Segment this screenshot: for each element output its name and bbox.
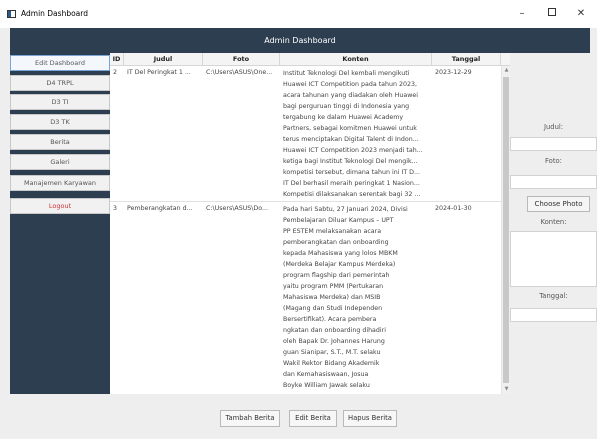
edit-form-panel: Judul: Foto: Choose Photo Konten: Tangga… [510, 53, 597, 394]
konten-field[interactable] [510, 231, 597, 287]
cell-konten: Pada hari Sabtu, 27 Januari 2024, Divisi… [283, 204, 432, 391]
konten-line: kepada Mahasiswa yang lolos MBKM [283, 250, 398, 257]
cell-foto: C:\Users\ASUS\One... [206, 69, 273, 76]
cell-id: 2 [113, 69, 118, 76]
konten-line: Boyke William Jawak selaku [283, 382, 370, 389]
column-header-judul[interactable]: Judul [124, 53, 203, 66]
konten-line: kompetisi tersebut, dimana tahun ini IT … [283, 169, 421, 176]
column-header-foto[interactable]: Foto [203, 53, 280, 66]
column-header-konten[interactable]: Konten [280, 53, 432, 66]
sidebar-item-galeri[interactable]: Galeri [10, 154, 110, 170]
konten-line: Bersertifikat). Acara pembera [283, 316, 377, 323]
cell-tanggal: 2024-01-30 [435, 205, 472, 212]
konten-line: Huawei ICT Competition pada tahun 2023, [283, 81, 418, 88]
konten-line: Partners, sebagai komitmen Huawei untuk [283, 125, 417, 132]
close-icon[interactable]: ✕ [568, 5, 594, 23]
window-title: Admin Dashboard [21, 9, 88, 18]
konten-line: dan Kemahasiswaan, Josua [283, 371, 369, 378]
sidebar-item-berita[interactable]: Berita [10, 134, 110, 150]
konten-line: yaitu program PMM (Pertukaran [283, 283, 384, 290]
konten-line: ngkatan dan onboarding dihadiri [283, 327, 386, 334]
konten-line: acara tahunan yang diadakan oleh Huawei [283, 92, 419, 99]
scrollbar-thumb[interactable] [503, 77, 509, 383]
news-table: ID Judul Foto Konten Tanggal 2 IT Del Pe… [110, 53, 510, 394]
row-divider [110, 201, 501, 202]
konten-line: pemberangkatan dan onboarding [283, 239, 389, 246]
foto-label: Foto: [545, 157, 562, 165]
window-titlebar: Admin Dashboard – ✕ [0, 0, 597, 28]
cell-judul: IT Del Peringkat 1 ... [127, 69, 191, 76]
minimize-icon[interactable]: – [509, 5, 535, 23]
konten-line: tergabung ke dalam Huawei Academy [283, 114, 404, 121]
table-scrollbar[interactable]: ▲ ▼ [501, 66, 510, 394]
tanggal-label: Tanggal: [539, 292, 568, 300]
konten-line: bagi perguruan tinggi di Indonesia yang [283, 103, 410, 110]
sidebar-item-d4-trpl[interactable]: D4 TRPL [10, 75, 110, 91]
column-header-id[interactable]: ID [110, 53, 124, 66]
sidebar-item-d3-ti[interactable]: D3 TI [10, 94, 110, 110]
tambah-berita-button[interactable]: Tambah Berita [220, 410, 280, 427]
page-title: Admin Dashboard [264, 36, 336, 45]
page-header: Admin Dashboard [10, 28, 590, 53]
hapus-berita-button[interactable]: Hapus Berita [343, 410, 397, 427]
konten-line: terus menciptakan Digital Talent di Indo… [283, 136, 419, 143]
cell-judul: Pemberangkatan d... [127, 205, 193, 212]
table-row[interactable]: 2 IT Del Peringkat 1 ... C:\Users\ASUS\O… [110, 67, 501, 201]
konten-line: IT Del berhasil meraih peringkat 1 Nasio… [283, 180, 420, 187]
konten-line: (Magang dan Studi Independen [283, 305, 383, 312]
konten-line: Mahasiswa Merdeka) dan MSIB [283, 294, 381, 301]
cell-id: 3 [113, 205, 118, 212]
judul-label: Judul: [543, 123, 564, 131]
konten-line: ketiga bagi Institut Teknologi Del mengi… [283, 158, 418, 165]
konten-line: oleh Bapak Dr. Johannes Harung [283, 338, 385, 345]
konten-line: program flagship dari pemerintah [283, 272, 390, 279]
konten-line: (Merdeka Belajar Kampus Merdeka) [283, 261, 396, 268]
maximize-icon[interactable] [539, 5, 565, 23]
konten-line: Institut Teknologi Del kembali mengikuti [283, 70, 410, 77]
konten-label: Konten: [540, 218, 567, 226]
konten-line: Huawei ICT Competition 2023 menjadi tah.… [283, 147, 423, 154]
tanggal-field[interactable] [510, 308, 597, 322]
cell-konten: Institut Teknologi Del kembali mengikuti… [283, 68, 432, 200]
konten-line: Wakil Rektor Bidang Akademik [283, 360, 380, 367]
choose-photo-button[interactable]: Choose Photo [527, 196, 590, 212]
cell-tanggal: 2023-12-29 [435, 69, 472, 76]
konten-line: guan Sianipar, S.T., M.T. selaku [283, 349, 381, 356]
table-row[interactable]: 3 Pemberangkatan d... C:\Users\ASUS\Do..… [110, 203, 501, 393]
sidebar-item-edit-dashboard[interactable]: Edit Dashboard [10, 55, 110, 71]
konten-line: Pembelajaran Diluar Kampus – UPT [283, 217, 394, 224]
cell-foto: C:\Users\ASUS\Do... [206, 205, 269, 212]
table-header: ID Judul Foto Konten Tanggal [110, 53, 510, 66]
judul-field[interactable] [510, 137, 597, 151]
konten-line: Pada hari Sabtu, 27 Januari 2024, Divisi [283, 206, 408, 213]
edit-berita-button[interactable]: Edit Berita [289, 410, 337, 427]
logout-button[interactable]: Logout [10, 198, 110, 214]
app-icon [7, 10, 16, 18]
sidebar-item-manajemen-karyawan[interactable]: Manajemen Karyawan [10, 175, 110, 191]
foto-field[interactable] [510, 175, 597, 189]
sidebar-item-d3-tk[interactable]: D3 TK [10, 114, 110, 130]
sidebar: Edit Dashboard D4 TRPL D3 TI D3 TK Berit… [10, 53, 110, 394]
column-header-tanggal[interactable]: Tanggal [432, 53, 501, 66]
konten-line: PP ESTEM melaksanakan acara [283, 228, 382, 235]
konten-line: Kompetisi dilaksanakan serentak bagi 32 … [283, 191, 421, 198]
